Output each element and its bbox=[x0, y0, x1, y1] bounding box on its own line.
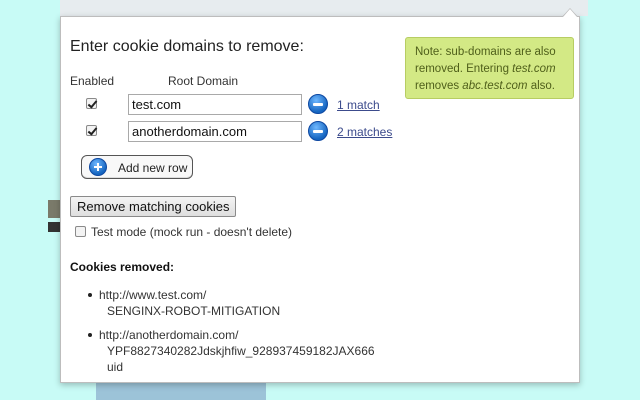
cookie-name: YPF8827340282Jdskjhfiw_928937459182JAX66… bbox=[107, 344, 375, 358]
background-page-right bbox=[580, 0, 588, 16]
domain-input[interactable] bbox=[128, 94, 302, 115]
column-header-enabled: Enabled bbox=[70, 74, 115, 88]
cookies-removed-heading: Cookies removed: bbox=[70, 260, 175, 274]
remove-matching-cookies-button[interactable]: Remove matching cookies bbox=[70, 196, 237, 217]
column-header-root-domain: Root Domain bbox=[168, 74, 239, 88]
minus-circle-icon[interactable] bbox=[308, 94, 328, 114]
cookie-url: http://www.test.com/ bbox=[99, 288, 207, 302]
info-note: Note: sub-domains are also removed. Ente… bbox=[405, 37, 574, 99]
test-mode-label: Test mode (mock run - doesn't delete) bbox=[91, 225, 293, 239]
list-item: http://anotherdomain.com/ YPF8827340282J… bbox=[88, 327, 375, 375]
row-enabled-checkbox[interactable] bbox=[86, 98, 97, 109]
row-enabled-checkbox[interactable] bbox=[86, 125, 97, 136]
cookie-name: uid bbox=[107, 360, 124, 374]
plus-circle-icon bbox=[89, 158, 107, 176]
note-example-domain: test.com bbox=[512, 63, 556, 75]
cookie-url: http://anotherdomain.com/ bbox=[99, 328, 239, 342]
note-example-subdomain: abc.test.com bbox=[462, 80, 528, 92]
add-row-label: Add new row bbox=[118, 161, 188, 175]
domain-input[interactable] bbox=[128, 121, 302, 142]
match-count-link[interactable]: 2 matches bbox=[337, 125, 392, 139]
background-page-left-dark bbox=[48, 222, 60, 232]
page-title: Enter cookie domains to remove: bbox=[70, 38, 304, 55]
minus-circle-icon[interactable] bbox=[308, 121, 328, 141]
list-item: http://www.test.com/ SENGINX-ROBOT-MITIG… bbox=[88, 287, 375, 319]
background-page-bottom bbox=[96, 383, 266, 400]
test-mode-checkbox[interactable] bbox=[75, 226, 86, 237]
domain-row: 2 matches bbox=[61, 121, 581, 143]
match-count-link[interactable]: 1 match bbox=[337, 98, 380, 112]
extension-popup: Enter cookie domains to remove: Note: su… bbox=[60, 16, 580, 383]
add-row-button[interactable]: Add new row bbox=[81, 155, 193, 179]
cookie-name: SENGINX-ROBOT-MITIGATION bbox=[107, 304, 281, 318]
popup-caret-fill bbox=[563, 9, 577, 17]
domain-row: 1 match bbox=[61, 94, 581, 116]
removed-cookies-list: http://www.test.com/ SENGINX-ROBOT-MITIG… bbox=[88, 287, 375, 383]
background-page-left bbox=[48, 200, 60, 218]
background-page-top bbox=[60, 0, 580, 16]
